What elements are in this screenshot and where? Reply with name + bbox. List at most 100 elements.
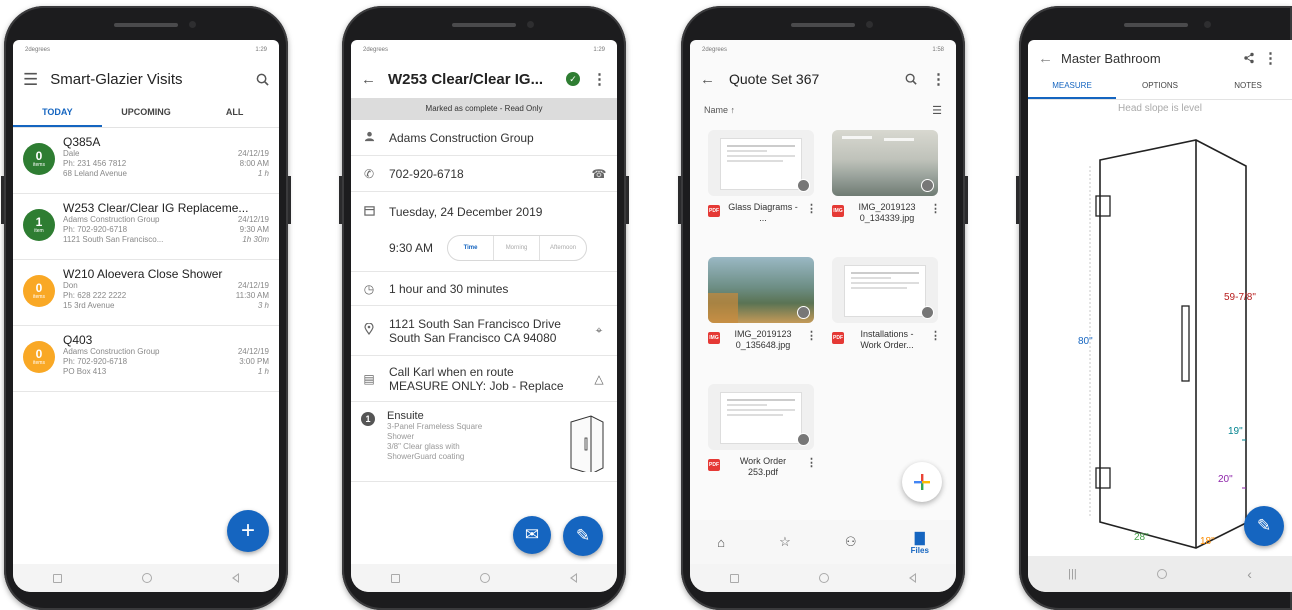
map-icon[interactable]: ⌖: [591, 323, 607, 338]
tab-options[interactable]: OPTIONS: [1116, 74, 1204, 99]
sort-by-name[interactable]: Name ↑: [704, 105, 735, 115]
call-icon[interactable]: ☎: [591, 167, 607, 181]
bottom-nav-home[interactable]: ⌂: [717, 535, 725, 550]
item-count-badge: 0 items: [23, 275, 55, 307]
file-thumbnail: [832, 130, 938, 196]
visit-title: W253 Clear/Clear IG Replaceme...: [63, 201, 249, 215]
visit-list-item[interactable]: 0 items W210 Aloevera Close Shower Don 24…: [13, 260, 279, 326]
add-file-button[interactable]: [902, 462, 942, 502]
dim-label-28: 28": [1134, 532, 1149, 543]
visit-address: 1121 South San Francisco...: [63, 235, 164, 244]
back-arrow-icon[interactable]: ←: [700, 72, 715, 87]
visit-duration: 1h 30m: [242, 235, 269, 244]
segment-time[interactable]: Time: [448, 236, 495, 260]
back-button[interactable]: [570, 573, 577, 583]
back-button[interactable]: [909, 573, 916, 583]
phone-row[interactable]: ✆ 702-920-6718 ☎: [351, 156, 617, 192]
item-row[interactable]: 1 Ensuite 3-Panel Frameless Square Showe…: [351, 402, 617, 482]
visit-time[interactable]: 9:30 AM: [389, 241, 433, 255]
recents-button[interactable]: [391, 573, 400, 583]
more-options-icon[interactable]: ⋮: [1263, 51, 1278, 66]
file-options-icon[interactable]: ⋮: [806, 202, 817, 215]
tab-notes[interactable]: NOTES: [1204, 74, 1292, 99]
visit-list-item[interactable]: 1 item W253 Clear/Clear IG Replaceme... …: [13, 194, 279, 260]
tab-measure[interactable]: MEASURE: [1028, 74, 1116, 99]
list-view-icon[interactable]: ☰: [932, 104, 942, 117]
home-button[interactable]: [480, 573, 490, 583]
visit-address: PO Box 413: [63, 367, 107, 376]
file-card[interactable]: PDF Glass Diagrams - ... ⋮: [708, 130, 817, 245]
item-count-badge: 0 items: [23, 341, 55, 373]
item-desc-3: 3/8" Clear glass with: [387, 442, 460, 451]
segment-morning[interactable]: Morning: [494, 236, 541, 260]
address-line-1: 1121 South San Francisco Drive: [389, 316, 561, 331]
owner-avatar-icon: [797, 179, 810, 192]
status-bar: 2degrees 1:29: [13, 40, 279, 60]
file-options-icon[interactable]: ⋮: [806, 329, 817, 342]
bottom-nav-folder[interactable]: ▇ Files: [911, 530, 929, 555]
search-icon[interactable]: [905, 73, 917, 85]
location-pin-icon: [361, 322, 377, 338]
back-arrow-icon[interactable]: ←: [361, 72, 376, 87]
back-arrow-icon[interactable]: ←: [1038, 51, 1053, 66]
file-options-icon[interactable]: ⋮: [930, 202, 941, 215]
bottom-nav-star[interactable]: ☆: [779, 534, 791, 550]
item-count-badge: 0 items: [23, 143, 55, 175]
address-row[interactable]: 1121 South San Francisco Drive South San …: [351, 306, 617, 356]
duration-row[interactable]: ◷ 1 hour and 30 minutes: [351, 272, 617, 306]
visit-date[interactable]: Tuesday, 24 December 2019: [389, 205, 607, 219]
file-options-icon[interactable]: ⋮: [806, 456, 817, 469]
pdf-icon: PDF: [708, 459, 720, 471]
search-icon[interactable]: [256, 73, 269, 86]
schedule-row: Tuesday, 24 December 2019 9:30 AM Time M…: [351, 192, 617, 272]
home-button[interactable]: [142, 573, 152, 583]
menu-icon[interactable]: ☰: [23, 71, 38, 88]
more-options-icon[interactable]: ⋮: [931, 72, 946, 87]
visits-screen: 2degrees 1:29 ☰ Smart-Glazier Visits TOD…: [13, 40, 279, 592]
file-card[interactable]: PDF Work Order 253.pdf ⋮: [708, 384, 817, 499]
visit-list-item[interactable]: 0 items Q385A Dale 24/12/19 Ph: 231 456 7…: [13, 128, 279, 194]
visit-list-item[interactable]: 0 items Q403 Adams Construction Group 24/…: [13, 326, 279, 392]
file-name: IMG_2019123 0_135648.jpg: [734, 329, 792, 350]
folder-icon: ▇: [914, 529, 925, 545]
edit-button[interactable]: ✎: [563, 516, 603, 556]
home-button[interactable]: [1156, 569, 1167, 579]
segment-afternoon[interactable]: Afternoon: [540, 236, 586, 260]
file-thumbnail: [832, 257, 938, 323]
edit-button[interactable]: ✎: [1244, 506, 1284, 546]
image-icon: IMG: [832, 205, 844, 217]
back-button[interactable]: ‹: [1247, 566, 1252, 582]
visit-client: Dale: [63, 149, 80, 158]
file-options-icon[interactable]: ⋮: [930, 329, 941, 342]
more-options-icon[interactable]: ⋮: [592, 72, 607, 87]
time-mode-selector: Time Morning Afternoon: [447, 235, 588, 261]
item-count: 0: [35, 347, 43, 361]
notes-row[interactable]: ▤ Call Karl when en route MEASURE ONLY: J…: [351, 356, 617, 402]
file-thumbnail: [708, 257, 814, 323]
read-only-banner: Marked as complete - Read Only: [351, 98, 617, 120]
back-button[interactable]: [232, 573, 239, 583]
recents-button[interactable]: [53, 573, 62, 583]
visit-time: 11:30 AM: [235, 291, 269, 300]
recents-button[interactable]: |||: [1068, 568, 1077, 580]
file-card[interactable]: IMG IMG_2019123 0_134339.jpg ⋮: [832, 130, 941, 245]
tab-upcoming[interactable]: UPCOMING: [102, 98, 191, 127]
shower-diagram: 80" 59-7/8" 19" 20" 28" 18": [1078, 139, 1256, 549]
drive-icon[interactable]: △: [591, 372, 607, 386]
email-button[interactable]: ✉: [513, 516, 551, 554]
page-title: Smart-Glazier Visits: [50, 70, 183, 88]
recents-button[interactable]: [730, 573, 739, 583]
bottom-nav-people[interactable]: ⚇: [845, 534, 857, 550]
measure-tabs: MEASURE OPTIONS NOTES: [1028, 74, 1292, 100]
item-count-unit: items: [33, 162, 45, 168]
item-count: 0: [35, 281, 43, 295]
dim-label-return-height: 59-7/8": [1224, 292, 1256, 303]
file-card[interactable]: IMG IMG_2019123 0_135648.jpg ⋮: [708, 257, 817, 372]
visit-date: 24/12/19: [237, 281, 269, 290]
file-card[interactable]: PDF Installations - Work Order... ⋮: [832, 257, 941, 372]
add-visit-button[interactable]: +: [227, 510, 269, 552]
tab-today[interactable]: TODAY: [13, 98, 102, 127]
home-button[interactable]: [819, 573, 829, 583]
tab-all[interactable]: ALL: [190, 98, 279, 127]
share-icon[interactable]: [1243, 52, 1255, 64]
